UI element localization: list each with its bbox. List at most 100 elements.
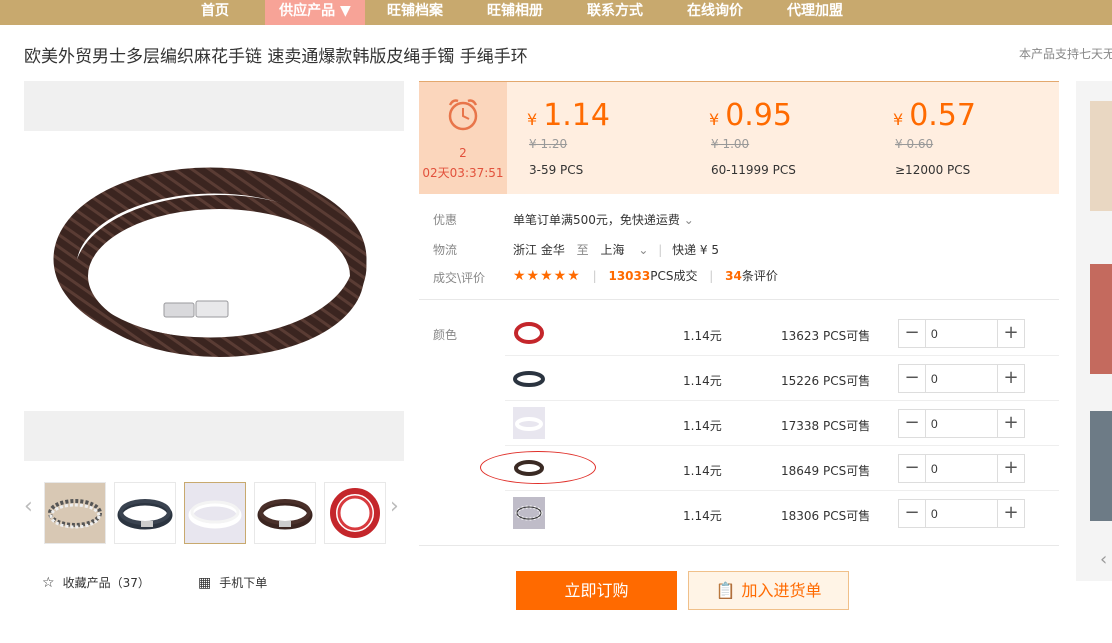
star-outline-icon: ☆ bbox=[42, 575, 55, 591]
sku-price: 1.14元 bbox=[683, 374, 722, 388]
rating-stars: ★★★★★ bbox=[513, 268, 581, 284]
reviews-suffix: 条评价 bbox=[741, 269, 778, 283]
favorite-button[interactable]: ☆ 收藏产品（37） bbox=[42, 574, 150, 591]
alarm-clock-icon bbox=[448, 99, 478, 131]
ship-to-dropdown[interactable]: 上海 ⌄ bbox=[601, 243, 649, 257]
promo-label: 优惠 bbox=[433, 213, 458, 227]
reviews-link[interactable]: 34条评价 bbox=[725, 269, 778, 283]
logistics-row: 浙江 金华 至 上海 ⌄ | 快递 ¥ 5 bbox=[513, 243, 720, 257]
nav-contact[interactable]: 联系方式 bbox=[580, 0, 650, 25]
favorite-label: 收藏产品（37） bbox=[62, 576, 150, 590]
color-label: 颜色 bbox=[433, 328, 458, 342]
chevron-down-icon: ⌄ bbox=[683, 213, 694, 227]
review-label: 成交\评价 bbox=[433, 271, 486, 285]
countdown-panel: 2 02天03:37:51 bbox=[419, 82, 507, 194]
tier-old-price: ¥ 0.60 bbox=[895, 137, 934, 151]
add-to-cart-button[interactable]: 📋 加入进货单 bbox=[688, 571, 849, 610]
quantity-input[interactable] bbox=[929, 368, 993, 389]
increment-button[interactable]: + bbox=[997, 320, 1024, 347]
row-divider bbox=[505, 400, 1059, 401]
quantity-input[interactable] bbox=[929, 458, 993, 479]
product-title: 欧美外贸男士多层编织麻花手链 速卖通爆款韩版皮绳手镯 手绳手环 bbox=[24, 47, 528, 67]
main-product-image[interactable] bbox=[24, 81, 404, 461]
add-to-cart-label: 加入进货单 bbox=[741, 581, 822, 600]
top-navigation: 首页 供应产品 ▼ 旺铺档案 旺铺相册 联系方式 在线询价 代理加盟 bbox=[0, 0, 1112, 25]
sku-price: 1.14元 bbox=[683, 464, 722, 478]
increment-button[interactable]: + bbox=[997, 365, 1024, 392]
qr-code-icon: ▦ bbox=[198, 575, 212, 591]
promo-dropdown[interactable]: 单笔订单满500元，免快递运费 ⌄ bbox=[513, 211, 694, 228]
sku-color-thumb[interactable] bbox=[513, 317, 545, 349]
increment-button[interactable]: + bbox=[997, 410, 1024, 437]
decrement-button[interactable]: − bbox=[899, 410, 926, 437]
thumbnail-1[interactable] bbox=[44, 482, 106, 544]
quantity-stepper: − + bbox=[898, 409, 1025, 438]
red-highlight-circle bbox=[480, 451, 596, 484]
reviews-count: 34 bbox=[725, 269, 742, 283]
tier-price: 1.14 bbox=[543, 98, 610, 133]
countdown-time: 02天03:37:51 bbox=[422, 166, 504, 180]
clipboard-icon: 📋 bbox=[715, 581, 736, 600]
tier-range: 60-11999 PCS bbox=[711, 163, 796, 177]
tier-range: 3-59 PCS bbox=[529, 163, 584, 177]
return-policy-notice[interactable]: 本产品支持七天无 bbox=[1019, 45, 1112, 62]
nav-shop-profile[interactable]: 旺铺档案 bbox=[380, 0, 450, 25]
divider bbox=[419, 299, 1059, 300]
nav-home[interactable]: 首页 bbox=[185, 0, 245, 25]
tier-range: ≥12000 PCS bbox=[895, 163, 971, 177]
buy-now-button[interactable]: 立即订购 bbox=[516, 571, 677, 610]
sku-color-thumb[interactable] bbox=[513, 497, 545, 529]
sidebar-product-image[interactable] bbox=[1090, 411, 1112, 521]
sku-color-thumb[interactable] bbox=[513, 407, 545, 439]
quantity-input[interactable] bbox=[929, 503, 993, 524]
sku-price: 1.14元 bbox=[683, 509, 722, 523]
sku-price: 1.14元 bbox=[683, 329, 722, 343]
chevron-down-icon: ⌄ bbox=[638, 243, 649, 257]
decrement-button[interactable]: − bbox=[899, 500, 926, 527]
sku-stock: 15226 PCS可售 bbox=[781, 374, 871, 388]
sidebar-prev-icon[interactable]: ‹ bbox=[1100, 549, 1107, 570]
sidebar-product-image[interactable] bbox=[1090, 264, 1112, 374]
increment-button[interactable]: + bbox=[997, 500, 1024, 527]
ship-from: 浙江 金华 bbox=[513, 243, 565, 257]
price-box: 2 02天03:37:51 ¥1.14 ¥ 1.20 3-59 PCS ¥0.9… bbox=[419, 81, 1059, 194]
currency-symbol: ¥ bbox=[893, 110, 904, 129]
mobile-order-button[interactable]: ▦ 手机下单 bbox=[198, 574, 267, 591]
thumbnail-2[interactable] bbox=[114, 482, 176, 544]
quantity-stepper: − + bbox=[898, 454, 1025, 483]
nav-products[interactable]: 供应产品 ▼ bbox=[265, 0, 365, 25]
nav-inquiry[interactable]: 在线询价 bbox=[680, 0, 750, 25]
express-fee: 快递 ¥ 5 bbox=[672, 243, 720, 257]
tier-old-price: ¥ 1.20 bbox=[529, 137, 568, 151]
decrement-button[interactable]: − bbox=[899, 365, 926, 392]
quantity-input[interactable] bbox=[929, 413, 993, 434]
to-word: 至 bbox=[576, 243, 589, 257]
tier-old-price: ¥ 1.00 bbox=[711, 137, 750, 151]
sku-price: 1.14元 bbox=[683, 419, 722, 433]
sku-color-thumb[interactable] bbox=[513, 362, 545, 394]
nav-agent[interactable]: 代理加盟 bbox=[780, 0, 850, 25]
sidebar-product-image[interactable] bbox=[1090, 101, 1112, 211]
row-divider bbox=[505, 355, 1059, 356]
ship-to: 上海 bbox=[600, 243, 625, 257]
sku-stock: 18306 PCS可售 bbox=[781, 509, 871, 523]
thumbnail-5[interactable] bbox=[324, 482, 386, 544]
sku-stock: 17338 PCS可售 bbox=[781, 419, 871, 433]
increment-button[interactable]: + bbox=[997, 455, 1024, 482]
thumb-next-icon[interactable]: › bbox=[390, 494, 399, 519]
deals-count: 13033 bbox=[608, 269, 651, 283]
thumb-prev-icon[interactable]: ‹ bbox=[24, 494, 33, 519]
deals-link[interactable]: 13033PCS成交 bbox=[608, 269, 697, 283]
quantity-input[interactable] bbox=[929, 323, 993, 344]
promo-text: 单笔订单满500元，免快递运费 bbox=[513, 213, 680, 227]
divider bbox=[419, 545, 1059, 546]
decrement-button[interactable]: − bbox=[899, 455, 926, 482]
review-row: ★★★★★ | 13033PCS成交 | 34条评价 bbox=[513, 268, 778, 284]
quantity-stepper: − + bbox=[898, 364, 1025, 393]
thumbnail-3[interactable] bbox=[184, 482, 246, 544]
nav-shop-album[interactable]: 旺铺相册 bbox=[480, 0, 550, 25]
sku-stock: 13623 PCS可售 bbox=[781, 329, 871, 343]
thumbnail-4[interactable] bbox=[254, 482, 316, 544]
recommendation-sidebar: ‹ bbox=[1076, 81, 1112, 581]
decrement-button[interactable]: − bbox=[899, 320, 926, 347]
